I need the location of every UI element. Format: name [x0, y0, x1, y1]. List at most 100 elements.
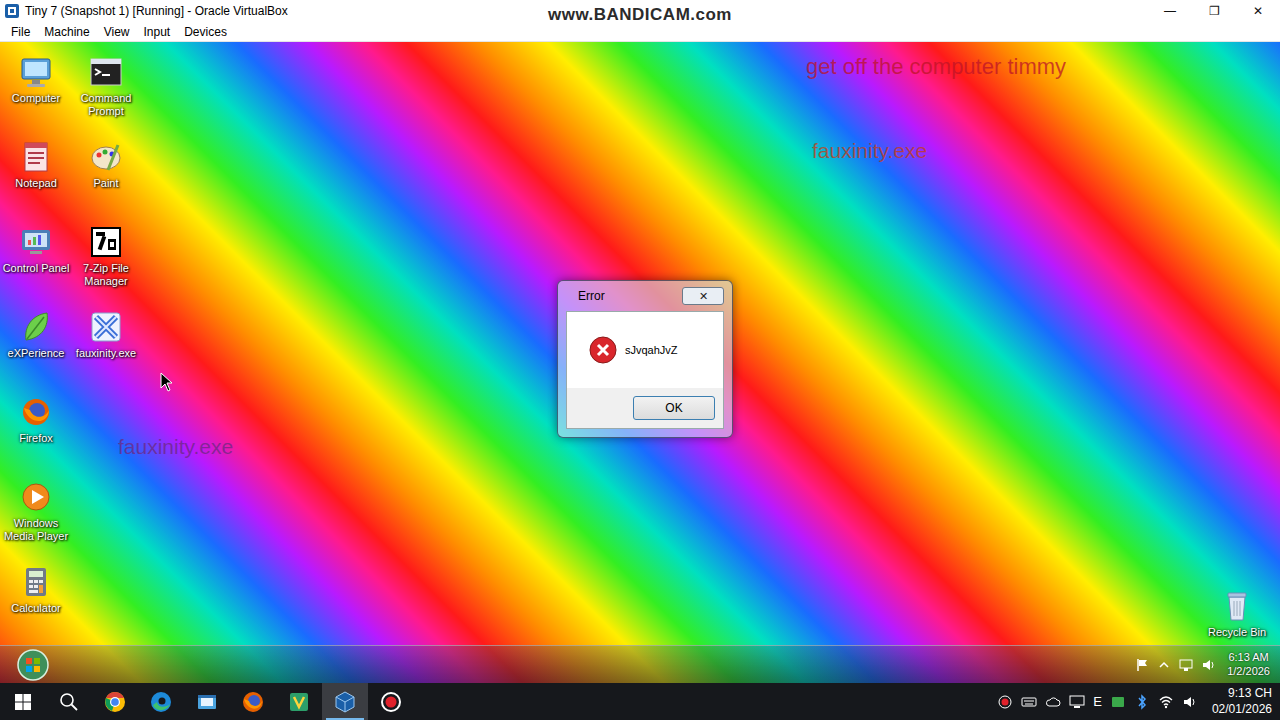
bandicam-icon: [379, 690, 403, 714]
input-method[interactable]: E: [1093, 692, 1102, 712]
taskbar-app[interactable]: [138, 683, 184, 720]
file-explorer-icon: [195, 690, 219, 714]
desktop-icon[interactable]: Calculator: [1, 556, 71, 641]
green-app-icon[interactable]: [1110, 694, 1126, 710]
experience-icon: [18, 309, 54, 345]
desktop-icon-label: Recycle Bin: [1208, 626, 1266, 639]
menu-item[interactable]: Machine: [37, 23, 96, 41]
host-clock[interactable]: 9:13 CH02/01/2026: [1206, 686, 1272, 717]
maximize-button[interactable]: ❐: [1192, 0, 1236, 22]
guest-tray: 6:13 AM1/2/2026: [1135, 651, 1274, 679]
show-hidden-icon[interactable]: [1157, 658, 1171, 672]
keyboard-icon[interactable]: [1021, 694, 1037, 710]
taskbar-app[interactable]: [230, 683, 276, 720]
desktop-icon-label: Command Prompt: [71, 92, 141, 118]
menu-item[interactable]: View: [97, 23, 137, 41]
notepad-icon: [18, 139, 54, 175]
virtualbox-icon: [333, 690, 357, 714]
menu-bar: FileMachineViewInputDevices: [0, 22, 1280, 42]
desktop-icon-label: fauxinity.exe: [76, 347, 136, 360]
virtualbox-window: Tiny 7 (Snapshot 1) [Running] - Oracle V…: [0, 0, 1280, 720]
error-icon: [589, 336, 617, 364]
desktop-icon-label: Control Panel: [3, 262, 70, 275]
dialog-close-button[interactable]: ✕: [682, 287, 724, 305]
desktop-icon-label: 7-Zip File Manager: [71, 262, 141, 288]
title-bar: Tiny 7 (Snapshot 1) [Running] - Oracle V…: [0, 0, 1280, 22]
recycle-bin[interactable]: Recycle Bin: [1202, 580, 1272, 639]
dialog-body: sJvqahJvZ: [566, 311, 724, 388]
firefox-icon: [18, 394, 54, 430]
dialog-footer: OK: [566, 388, 724, 429]
recording-icon[interactable]: [997, 694, 1013, 710]
command-prompt-icon: [88, 54, 124, 90]
desktop-icon-label: Paint: [93, 177, 118, 190]
host-tray: E 9:13 CH02/01/2026: [997, 686, 1280, 717]
guest-clock[interactable]: 6:13 AM1/2/2026: [1223, 651, 1274, 679]
flag-icon[interactable]: [1135, 658, 1149, 672]
start-button[interactable]: [0, 683, 46, 720]
window-title: Tiny 7 (Snapshot 1) [Running] - Oracle V…: [20, 2, 288, 20]
desktop-icon-label: Windows Media Player: [1, 517, 71, 543]
wifi-icon[interactable]: [1158, 694, 1174, 710]
desktop-icon-label: Calculator: [11, 602, 61, 615]
host-taskbar: E 9:13 CH02/01/2026: [0, 683, 1280, 720]
control-panel-icon: [18, 224, 54, 260]
menu-item[interactable]: Input: [137, 23, 178, 41]
bluetooth-icon[interactable]: [1134, 694, 1150, 710]
fauxinity-icon: [88, 309, 124, 345]
desktop-icon[interactable]: fauxinity.exe: [71, 301, 141, 386]
virtualbox-icon: [4, 3, 20, 19]
firefox-icon: [241, 690, 265, 714]
desktop-icon[interactable]: Command Prompt: [71, 46, 141, 131]
taskbar-app[interactable]: [184, 683, 230, 720]
search-icon: [59, 692, 79, 712]
taskbar-app[interactable]: [368, 683, 414, 720]
ok-button[interactable]: OK: [633, 396, 715, 420]
menu-item[interactable]: Devices: [177, 23, 234, 41]
desktop-icon[interactable]: eXPerience: [1, 301, 71, 386]
taskbar-app[interactable]: [322, 683, 368, 720]
desktop-icon[interactable]: Firefox: [1, 386, 71, 471]
desktop: Computer Notepad Control Panel eXPerience Fi…: [0, 42, 1280, 645]
error-dialog: Error ✕ sJvqahJvZ OK: [557, 280, 733, 438]
clock-time: 6:13 AM: [1228, 651, 1268, 665]
display-icon[interactable]: [1069, 694, 1085, 710]
desktop-icon[interactable]: Notepad: [1, 131, 71, 216]
desktop-icon[interactable]: Control Panel: [1, 216, 71, 301]
network-icon[interactable]: [1179, 658, 1193, 672]
recycle-bin-icon: [1219, 588, 1255, 624]
cursor-icon: [160, 372, 173, 392]
dialog-title: Error: [566, 287, 605, 305]
volume-icon[interactable]: [1182, 694, 1198, 710]
desktop-icon-label: Firefox: [19, 432, 53, 445]
code-editor-icon: [287, 690, 311, 714]
close-button[interactable]: ✕: [1236, 0, 1280, 22]
paint-icon: [88, 139, 124, 175]
menu-item[interactable]: File: [4, 23, 37, 41]
desktop-icon[interactable]: Computer: [1, 46, 71, 131]
clock-time: 9:13 CH: [1228, 686, 1272, 702]
desktop-icon[interactable]: 7-Zip File Manager: [71, 216, 141, 301]
search-button[interactable]: [46, 683, 92, 720]
computer-icon: [18, 54, 54, 90]
window-controls: —❐✕: [1148, 0, 1280, 22]
desktop-icon[interactable]: Paint: [71, 131, 141, 216]
minimize-button[interactable]: —: [1148, 0, 1192, 22]
clock-date: 1/2/2026: [1227, 665, 1270, 679]
taskbar-app[interactable]: [92, 683, 138, 720]
speaker-icon[interactable]: [1201, 658, 1215, 672]
overlay-text: get off the computer timmy: [806, 50, 1066, 83]
overlay-text: fauxinity.exe: [118, 431, 233, 463]
chrome-icon: [103, 690, 127, 714]
calculator-icon: [18, 564, 54, 600]
dialog-message: sJvqahJvZ: [625, 342, 678, 359]
guest-screen[interactable]: Computer Notepad Control Panel eXPerience Fi…: [0, 42, 1280, 683]
guest-taskbar: 6:13 AM1/2/2026: [0, 645, 1280, 683]
desktop-icon-label: Notepad: [15, 177, 57, 190]
desktop-icon[interactable]: Windows Media Player: [1, 471, 71, 556]
start-orb-icon[interactable]: [16, 648, 50, 682]
archive-icon: [88, 224, 124, 260]
taskbar-app[interactable]: [276, 683, 322, 720]
cloud-icon[interactable]: [1045, 694, 1061, 710]
windows-logo-icon: [14, 693, 32, 711]
